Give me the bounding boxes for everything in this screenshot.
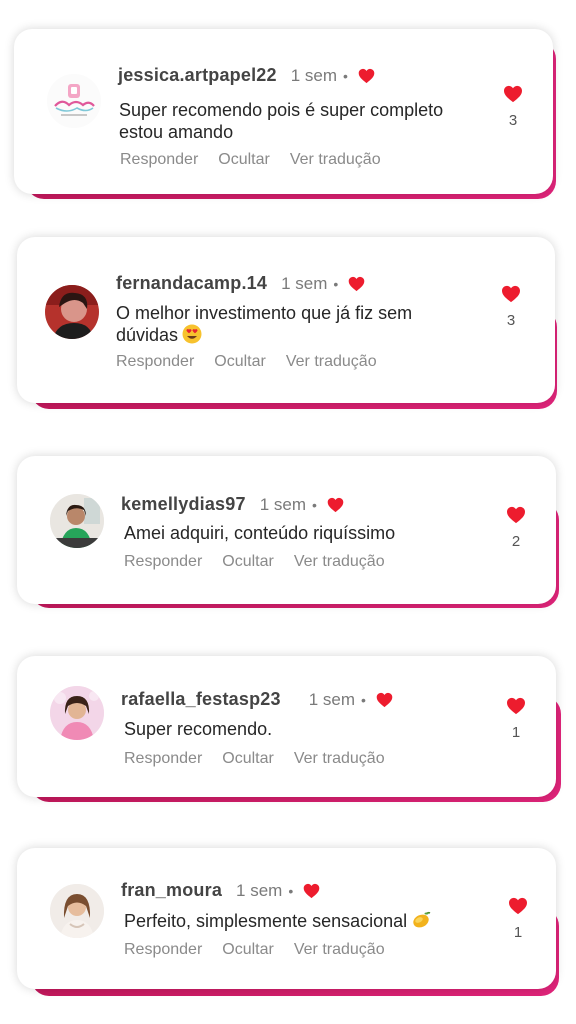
comment-actions: Responder Ocultar Ver tradução — [124, 941, 385, 959]
like-control: 1 — [503, 897, 533, 941]
hide-button[interactable]: Ocultar — [222, 553, 274, 571]
avatar[interactable] — [50, 686, 104, 740]
hide-button[interactable]: Ocultar — [218, 151, 270, 169]
comment-actions: Responder Ocultar Ver tradução — [116, 353, 377, 371]
separator-dot: • — [288, 882, 294, 899]
translate-button[interactable]: Ver tradução — [290, 151, 381, 169]
translate-button[interactable]: Ver tradução — [286, 353, 377, 371]
timestamp: 1 sem — [236, 880, 283, 900]
username[interactable]: fernandacamp.14 — [116, 273, 267, 294]
like-count: 1 — [513, 924, 523, 941]
username[interactable]: rafaella_festasp23 — [121, 689, 281, 710]
comment-text: Amei adquiri, conteúdo riquíssimo — [124, 523, 396, 543]
like-control: 3 — [496, 285, 526, 329]
comment-card-body: fernandacamp.14 1 sem • O melhor investi… — [17, 237, 555, 403]
hide-button[interactable]: Ocultar — [214, 353, 266, 371]
comment-text: Perfeito, simplesmente sensacional — [124, 910, 504, 932]
like-heart-icon[interactable] — [506, 697, 526, 715]
comment-text: Super recomendo pois é super completo es… — [119, 100, 444, 142]
comment-card-body: jessica.artpapel22 1 sem • Super recomen… — [14, 29, 553, 194]
comment-card-body: rafaella_festasp23 1 sem • Super recomen… — [17, 656, 556, 797]
creator-liked-heart-icon — [358, 68, 375, 84]
comment-actions: Responder Ocultar Ver tradução — [124, 553, 385, 571]
hide-button[interactable]: Ocultar — [222, 750, 274, 768]
translate-button[interactable]: Ver tradução — [294, 750, 385, 768]
hide-button[interactable]: Ocultar — [222, 941, 274, 959]
mango-emoji-icon — [411, 910, 431, 930]
like-count: 1 — [511, 724, 521, 741]
comment-text: O melhor investimento que já fiz sem dúv… — [116, 303, 413, 345]
like-heart-icon[interactable] — [501, 285, 521, 303]
avatar[interactable] — [47, 74, 101, 128]
reply-button[interactable]: Responder — [124, 941, 202, 959]
like-heart-icon[interactable] — [508, 897, 528, 915]
avatar[interactable] — [45, 285, 99, 339]
creator-liked-heart-icon — [303, 883, 320, 899]
translate-button[interactable]: Ver tradução — [294, 553, 385, 571]
creator-liked-heart-icon — [327, 497, 344, 513]
like-count: 3 — [506, 312, 516, 329]
avatar[interactable] — [50, 884, 104, 938]
separator-dot: • — [312, 496, 317, 513]
username[interactable]: fran_moura — [121, 880, 222, 901]
timestamp: 1 sem — [281, 273, 328, 293]
reply-button[interactable]: Responder — [120, 151, 198, 169]
like-control: 3 — [498, 85, 528, 129]
creator-liked-heart-icon — [376, 692, 393, 708]
username[interactable]: jessica.artpapel22 — [118, 65, 277, 86]
comment-card-body: fran_moura 1 sem • Perfeito, simplesment… — [17, 848, 556, 989]
comment-actions: Responder Ocultar Ver tradução — [124, 750, 385, 768]
like-heart-icon[interactable] — [503, 85, 523, 103]
like-count: 3 — [508, 112, 518, 129]
creator-liked-heart-icon — [348, 276, 365, 292]
comment-card-body: kemellydias97 1 sem • Amei adquiri, cont… — [17, 456, 556, 604]
timestamp: 1 sem — [308, 689, 355, 709]
separator-dot: • — [361, 691, 366, 708]
reply-button[interactable]: Responder — [124, 750, 202, 768]
like-heart-icon[interactable] — [506, 506, 526, 524]
comment-actions: Responder Ocultar Ver tradução — [120, 151, 381, 169]
avatar[interactable] — [50, 494, 104, 548]
separator-dot: • — [343, 67, 348, 84]
timestamp: 1 sem — [290, 65, 337, 85]
timestamp: 1 sem — [259, 494, 306, 514]
separator-dot: • — [333, 275, 339, 292]
like-control: 1 — [501, 697, 531, 741]
heart-eyes-emoji-icon — [182, 324, 202, 344]
reply-button[interactable]: Responder — [116, 353, 194, 371]
like-count: 2 — [511, 533, 521, 550]
comment-text: Super recomendo. — [124, 719, 273, 739]
translate-button[interactable]: Ver tradução — [294, 941, 385, 959]
username[interactable]: kemellydias97 — [121, 494, 246, 515]
reply-button[interactable]: Responder — [124, 553, 202, 571]
like-control: 2 — [501, 506, 531, 550]
